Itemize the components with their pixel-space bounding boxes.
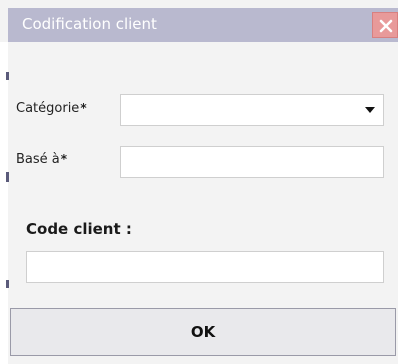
edge-mark	[6, 72, 9, 80]
categorie-required-mark: *	[80, 101, 87, 115]
title-bar[interactable]: Codification client	[8, 8, 398, 42]
base-a-label-text: Basé à	[16, 152, 60, 167]
close-button[interactable]	[372, 12, 398, 38]
window-title: Codification client	[22, 15, 157, 33]
close-icon	[379, 19, 393, 33]
categorie-label-text: Catégorie	[16, 101, 80, 116]
categorie-select[interactable]	[120, 94, 384, 126]
code-client-input[interactable]	[26, 251, 384, 283]
categorie-label: Catégorie*	[16, 101, 87, 116]
code-client-label: Code client :	[26, 220, 132, 238]
ok-button[interactable]: OK	[10, 308, 396, 356]
edge-mark	[6, 280, 9, 288]
dialog-window: Codification client Catégorie* Basé à* C…	[0, 0, 398, 364]
base-a-input[interactable]	[120, 146, 384, 178]
chevron-down-icon[interactable]	[365, 107, 375, 113]
base-a-label: Basé à*	[16, 152, 67, 167]
edge-mark	[6, 172, 9, 182]
base-a-required-mark: *	[60, 152, 68, 166]
window-left-edge	[0, 42, 9, 364]
